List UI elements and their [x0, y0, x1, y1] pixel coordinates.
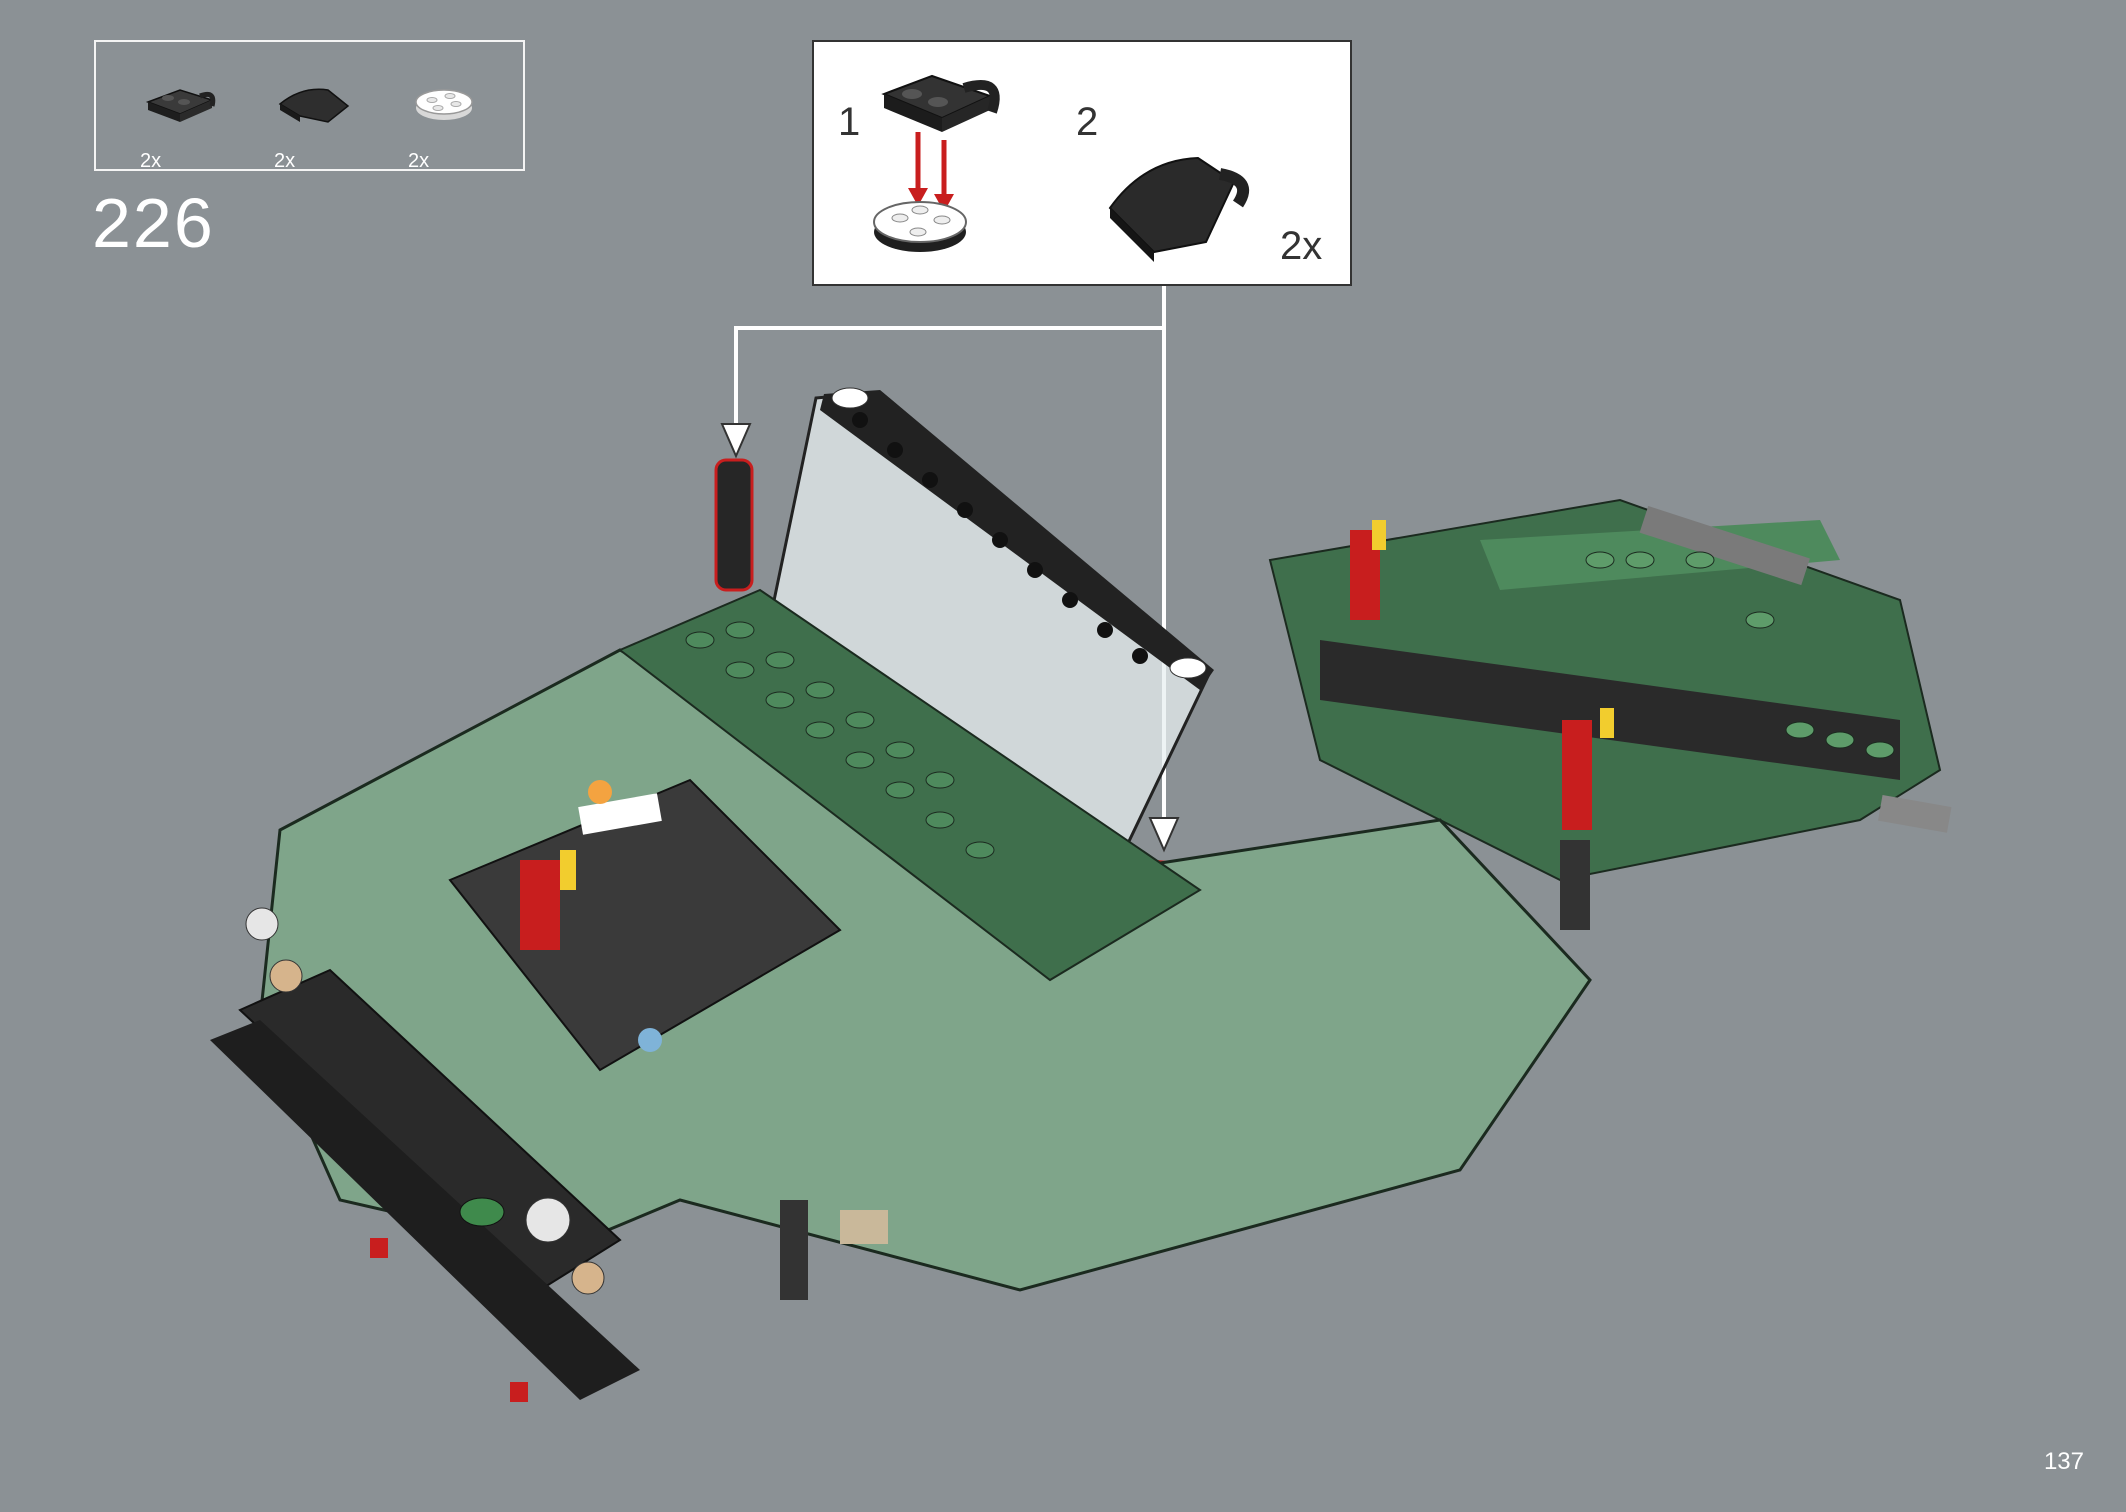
page-number: 137	[2043, 1448, 2084, 1475]
arrow-down-icon	[1148, 817, 1180, 853]
arrow-down-icon	[720, 423, 752, 459]
model-illustration	[210, 286, 1952, 1402]
